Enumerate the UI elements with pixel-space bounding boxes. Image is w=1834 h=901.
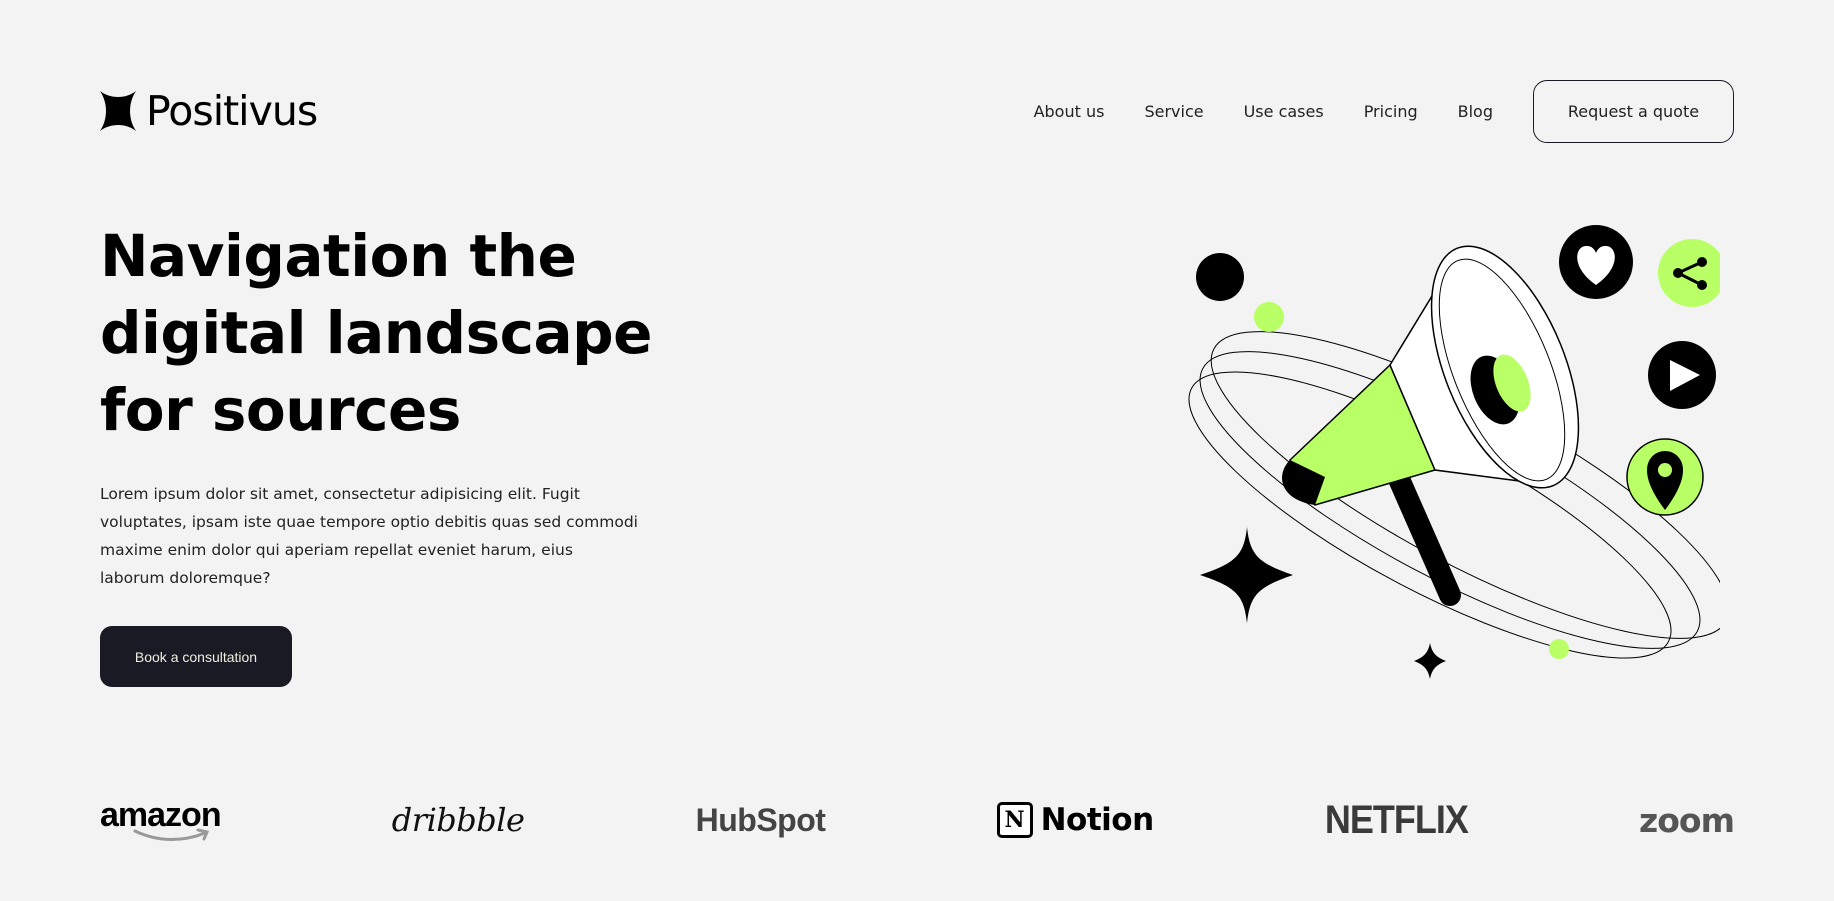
sparkle-star-icon [1200,527,1446,679]
dribbble-logo: dribbble [391,801,525,839]
hero-title-line: for sources [100,376,461,444]
star-logo-icon [100,91,136,131]
amazon-smile-icon [133,828,210,841]
hero-description: Lorem ipsum dolor sit amet, consectetur … [100,485,638,587]
megaphone-illustration [1188,225,1720,679]
zoom-logo: zoom [1639,800,1735,840]
notion-logo: N Notion [996,802,1154,838]
location-pin-icon [1626,438,1704,516]
heart-icon [1559,225,1633,299]
brand-name: Positivus [146,87,318,135]
decor-circle-black [1196,253,1244,301]
play-icon [1648,341,1716,409]
decor-circle-green [1254,302,1284,332]
amazon-logo: amazon [100,797,222,843]
hubspot-logo: HubSpot [695,801,826,838]
nav-link-about-us[interactable]: About us [1034,102,1105,121]
request-quote-button[interactable]: Request a quote [1533,80,1734,143]
share-icon [1658,239,1720,307]
nav-link-pricing[interactable]: Pricing [1364,102,1418,121]
hero-title-line: Navigation the [100,222,577,290]
notion-n-icon: N [996,802,1033,838]
brand-logo[interactable]: Positivus [100,87,318,135]
nav-link-use-cases[interactable]: Use cases [1244,102,1324,121]
main-nav: About us Service Use cases Pricing Blog … [1034,80,1734,143]
netflix-logo: NETFLIX [1324,796,1469,842]
decor-circle-green [1549,639,1569,659]
hero-title: Navigation the digital landscape for sou… [100,218,720,449]
hero-title-line: digital landscape [100,299,652,367]
brand-logos-row: amazon dribbble HubSpot N Notion NETFLIX… [100,795,1735,845]
book-consultation-button[interactable]: Book a consultation [100,626,292,687]
nav-link-blog[interactable]: Blog [1458,102,1493,121]
nav-link-service[interactable]: Service [1144,102,1203,121]
